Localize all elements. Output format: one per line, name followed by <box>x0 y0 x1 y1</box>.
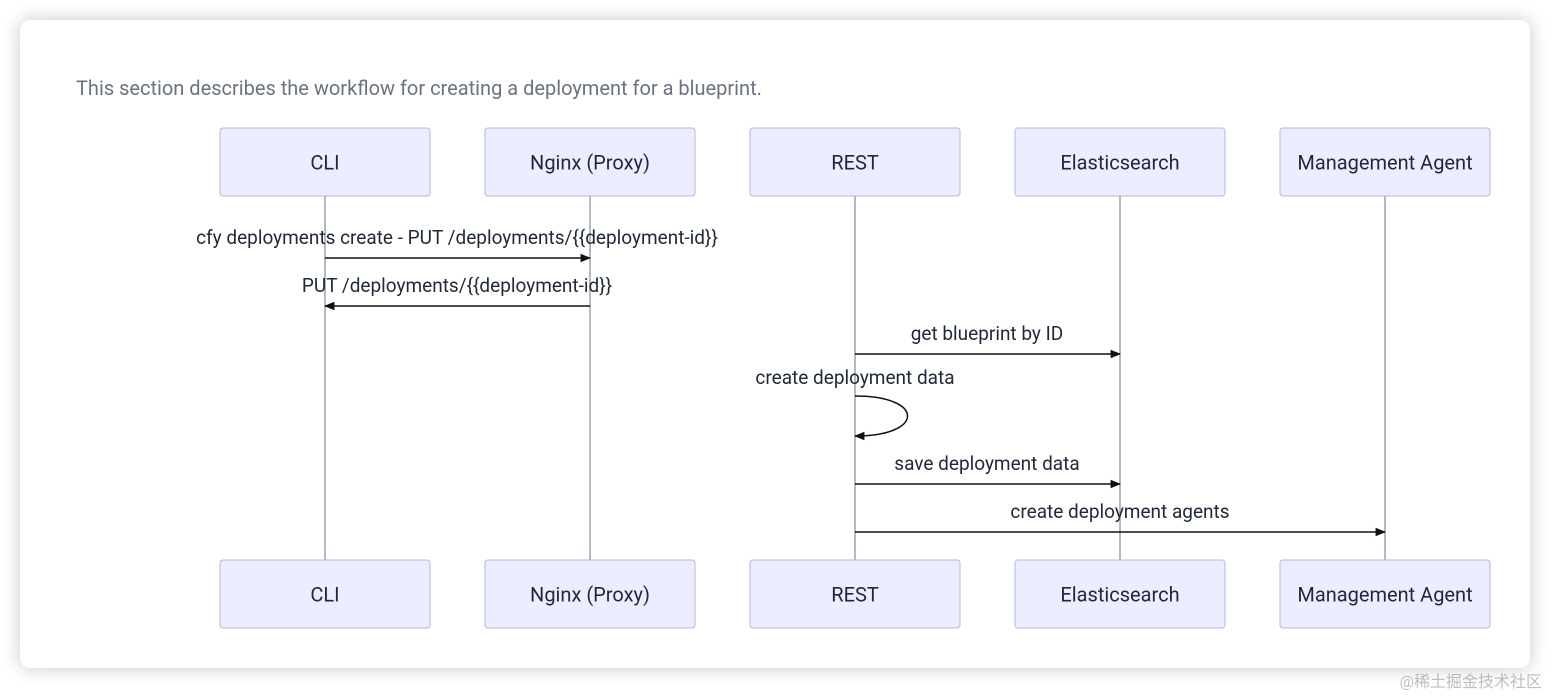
diagram-card: This section describes the workflow for … <box>20 20 1530 668</box>
actor-top-es: Elasticsearch <box>1015 128 1225 196</box>
actor-label: REST <box>831 582 879 606</box>
actor-bottom-nginx: Nginx (Proxy) <box>485 560 695 628</box>
section-description: This section describes the workflow for … <box>76 76 762 100</box>
actor-label: CLI <box>310 582 339 606</box>
message-label: get blueprint by ID <box>911 322 1064 345</box>
actor-bottom-cli: CLI <box>220 560 430 628</box>
actor-label: Nginx (Proxy) <box>530 582 650 606</box>
message-label: cfy deployments create - PUT /deployment… <box>196 226 718 249</box>
sequence-diagram: CLI Nginx (Proxy) REST Elasticsearch Man… <box>20 20 1530 668</box>
actor-top-mgmt: Management Agent <box>1280 128 1490 196</box>
actor-label: REST <box>831 150 879 174</box>
message-label: PUT /deployments/{{deployment-id}} <box>302 274 612 297</box>
actor-label: Nginx (Proxy) <box>530 150 650 174</box>
actor-top-rest: REST <box>750 128 960 196</box>
actor-bottom-rest: REST <box>750 560 960 628</box>
message-self-loop <box>855 396 908 436</box>
message-label: create deployment agents <box>1010 500 1229 523</box>
actor-label: Elasticsearch <box>1060 582 1179 606</box>
watermark-text: @稀土掘金技术社区 <box>1400 668 1542 692</box>
actor-bottom-es: Elasticsearch <box>1015 560 1225 628</box>
actor-label: CLI <box>310 150 339 174</box>
message-label: save deployment data <box>894 452 1079 475</box>
actor-label: Management Agent <box>1297 150 1472 174</box>
actor-bottom-mgmt: Management Agent <box>1280 560 1490 628</box>
actor-top-cli: CLI <box>220 128 430 196</box>
actor-top-nginx: Nginx (Proxy) <box>485 128 695 196</box>
actor-label: Elasticsearch <box>1060 150 1179 174</box>
message-label: create deployment data <box>755 366 954 389</box>
actor-label: Management Agent <box>1297 582 1472 606</box>
